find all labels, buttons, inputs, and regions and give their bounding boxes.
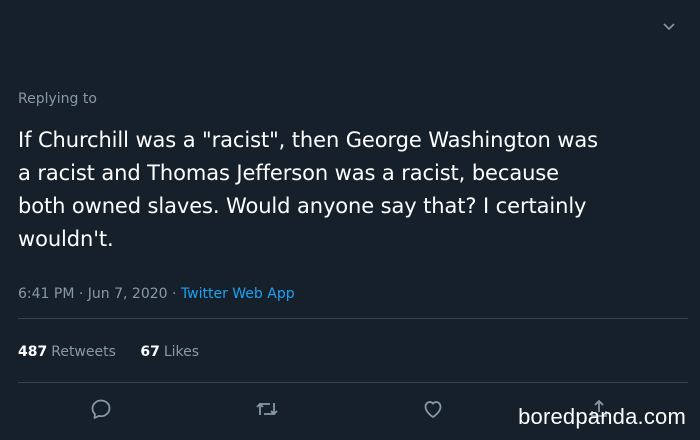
- tweet-date[interactable]: Jun 7, 2020: [88, 286, 168, 302]
- likes-count: 67: [140, 344, 160, 360]
- replying-to-label: Replying to: [18, 91, 97, 107]
- retweets-stat[interactable]: 487 Retweets: [18, 344, 116, 360]
- tweet-stats: 487 Retweets 67 Likes: [18, 344, 219, 360]
- reply-icon[interactable]: [88, 396, 114, 422]
- retweet-icon[interactable]: [254, 396, 280, 422]
- retweets-label: Retweets: [51, 344, 116, 360]
- divider: [18, 382, 688, 383]
- top-edge: [0, 0, 700, 8]
- retweets-count: 487: [18, 344, 48, 360]
- tweet-source-link[interactable]: Twitter Web App: [181, 286, 295, 302]
- likes-stat[interactable]: 67 Likes: [140, 344, 199, 360]
- chevron-down-icon[interactable]: [658, 16, 680, 38]
- tweet-text: If Churchill was a "racist", then George…: [18, 128, 598, 251]
- meta-separator: ·: [172, 286, 177, 302]
- tweet-time[interactable]: 6:41 PM: [18, 286, 74, 302]
- heart-icon[interactable]: [420, 396, 446, 422]
- watermark-text: boredpanda.com: [518, 404, 686, 429]
- meta-separator: ·: [78, 286, 84, 302]
- likes-label: Likes: [163, 344, 200, 360]
- divider: [18, 318, 688, 319]
- tweet-meta: 6:41 PM · Jun 7, 2020 · Twitter Web App: [18, 286, 295, 302]
